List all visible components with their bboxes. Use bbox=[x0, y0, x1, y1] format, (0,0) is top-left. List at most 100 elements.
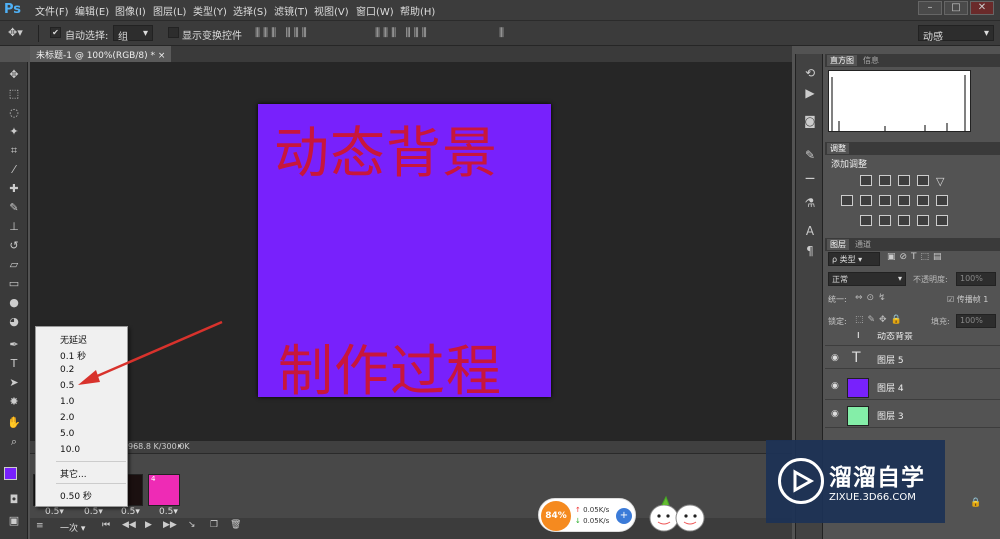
actions-panel-icon[interactable]: ▶ bbox=[803, 86, 817, 100]
menu-filter[interactable]: 滤镜(T) bbox=[274, 3, 308, 18]
vibrance-icon[interactable]: ▽ bbox=[936, 175, 948, 188]
workspace-dropdown[interactable]: 动感 ▾ bbox=[918, 25, 994, 43]
crop-tool-icon[interactable]: ⌗ bbox=[6, 144, 22, 158]
move-tool-preset-icon[interactable]: ✥▾ bbox=[8, 26, 23, 39]
zoom-tool-icon[interactable]: ⌕ bbox=[6, 435, 22, 449]
distribute-icons[interactable]: ⫼⫼⫼ ⫼⫼⫼ bbox=[375, 26, 430, 40]
auto-select-checkbox[interactable]: ✔ bbox=[50, 27, 61, 38]
path-select-icon[interactable]: ➤ bbox=[6, 376, 22, 390]
delay-option-1-0[interactable]: 1.0 bbox=[60, 397, 74, 407]
timeline-menu-icon[interactable]: ≡ bbox=[36, 521, 44, 531]
tab-info[interactable]: 信息 bbox=[863, 55, 879, 66]
screen-mode-icon[interactable]: ▣ bbox=[6, 514, 22, 528]
play-icon[interactable]: ▶ bbox=[145, 520, 152, 530]
first-frame-icon[interactable]: ⏮ bbox=[102, 520, 110, 530]
tab-layers[interactable]: 图层 bbox=[827, 239, 849, 250]
frame-4-thumbnail[interactable]: 4 bbox=[148, 474, 180, 506]
delay-option-5-0[interactable]: 5.0 bbox=[60, 429, 74, 439]
menu-layer[interactable]: 图层(L) bbox=[153, 3, 186, 18]
auto-align-icon[interactable]: ⫼ bbox=[499, 26, 504, 40]
foreground-color-swatch[interactable] bbox=[4, 467, 17, 480]
new-frame-icon[interactable]: ❐ bbox=[210, 520, 218, 530]
lock-icons[interactable]: ⬚✎✥🔒 bbox=[855, 315, 906, 325]
menu-image[interactable]: 图像(I) bbox=[115, 3, 146, 18]
blur-tool-icon[interactable]: ● bbox=[6, 296, 22, 310]
tab-histogram[interactable]: 直方图 bbox=[827, 55, 857, 66]
marquee-tool-icon[interactable]: ⬚ bbox=[6, 87, 22, 101]
eye-icon[interactable]: ◉ bbox=[831, 409, 839, 419]
eye-icon[interactable]: ◉ bbox=[831, 353, 839, 363]
frame-1-delay[interactable]: 0.5▾ bbox=[45, 507, 64, 517]
pen-tool-icon[interactable]: ✒ bbox=[6, 338, 22, 352]
blend-mode-dropdown[interactable]: 正常 ▾ bbox=[828, 272, 906, 286]
posterize-icon[interactable] bbox=[879, 215, 891, 226]
clone-source-icon[interactable]: ⚗ bbox=[803, 196, 817, 210]
minimize-button[interactable]: – bbox=[918, 1, 942, 15]
brush-tool-icon[interactable]: ✎ bbox=[6, 201, 22, 215]
channel-mixer-icon[interactable] bbox=[917, 195, 929, 206]
align-icons[interactable]: ⫼⫼⫼ ⫼⫼⫼ bbox=[255, 26, 310, 40]
quick-mask-icon[interactable]: ◘ bbox=[6, 493, 22, 507]
layer-row[interactable]: ◉ T 图层 5 bbox=[825, 348, 1000, 369]
hand-tool-icon[interactable]: ✋ bbox=[6, 416, 22, 430]
healing-brush-icon[interactable]: ✚ bbox=[6, 182, 22, 196]
menu-view[interactable]: 视图(V) bbox=[314, 3, 349, 18]
auto-select-dropdown[interactable]: 组 ▾ bbox=[113, 25, 153, 43]
frame-4-delay[interactable]: 0.5▾ bbox=[159, 507, 178, 517]
gradient-map-icon[interactable] bbox=[936, 215, 948, 226]
menu-file[interactable]: 文件(F) bbox=[35, 3, 69, 18]
next-frame-icon[interactable]: ▶▶ bbox=[163, 520, 177, 530]
propagate-frame[interactable]: ☑ 传播帧 1 bbox=[947, 294, 988, 305]
fill-input[interactable]: 100% bbox=[956, 314, 996, 328]
boost-icon[interactable]: + bbox=[616, 508, 632, 524]
layer-row[interactable]: ◉ 图层 4 bbox=[825, 376, 1000, 400]
delay-option-10-0[interactable]: 10.0 bbox=[60, 445, 80, 455]
brush-panel-icon[interactable]: ✎ bbox=[803, 148, 817, 162]
tab-adjustments[interactable]: 调整 bbox=[827, 143, 849, 154]
tab-channels[interactable]: 通道 bbox=[855, 239, 871, 250]
exposure-icon[interactable] bbox=[917, 175, 929, 186]
tween-icon[interactable]: ↘ bbox=[188, 520, 196, 530]
threshold-icon[interactable] bbox=[898, 215, 910, 226]
color-balance-icon[interactable] bbox=[860, 195, 872, 206]
menu-help[interactable]: 帮助(H) bbox=[400, 3, 435, 18]
character-panel-icon[interactable]: A bbox=[803, 224, 817, 238]
delay-option-other[interactable]: 其它... bbox=[60, 467, 87, 480]
unify-icons[interactable]: ⇔⊙↯ bbox=[855, 293, 890, 303]
close-window-button[interactable]: ✕ bbox=[970, 1, 994, 15]
photo-filter-icon[interactable] bbox=[898, 195, 910, 206]
lasso-tool-icon[interactable]: ◌ bbox=[6, 106, 22, 120]
brightness-icon[interactable] bbox=[860, 175, 872, 186]
levels-icon[interactable] bbox=[879, 175, 891, 186]
dodge-tool-icon[interactable]: ◕ bbox=[6, 315, 22, 329]
hue-saturation-icon[interactable] bbox=[841, 195, 853, 206]
black-white-icon[interactable] bbox=[879, 195, 891, 206]
magic-wand-icon[interactable]: ✦ bbox=[6, 125, 22, 139]
history-panel-icon[interactable]: ⟲ bbox=[803, 66, 817, 80]
menu-window[interactable]: 窗口(W) bbox=[356, 3, 394, 18]
type-tool-icon[interactable]: T bbox=[6, 357, 22, 371]
layer-filter-dropdown[interactable]: ρ 类型 ▾ bbox=[828, 252, 880, 266]
opacity-input[interactable]: 100% bbox=[956, 272, 996, 286]
loop-dropdown[interactable]: 一次 ▾ bbox=[60, 521, 85, 534]
eraser-tool-icon[interactable]: ▱ bbox=[6, 258, 22, 272]
network-speed-widget[interactable]: 84% ↑ 0.05K/s ↓ 0.05K/s + bbox=[538, 498, 636, 532]
eyedropper-tool-icon[interactable]: ⁄ bbox=[6, 163, 22, 177]
history-brush-icon[interactable]: ↺ bbox=[6, 239, 22, 253]
brush-presets-icon[interactable]: ⚊ bbox=[803, 168, 817, 182]
menu-type[interactable]: 类型(Y) bbox=[193, 3, 227, 18]
status-arrow-icon[interactable]: ▸ bbox=[178, 441, 182, 450]
properties-panel-icon[interactable]: ◙ bbox=[803, 114, 817, 128]
shape-tool-icon[interactable]: ✸ bbox=[6, 395, 22, 409]
layer-row[interactable]: ◉ 图层 3 bbox=[825, 404, 1000, 428]
color-lookup-icon[interactable] bbox=[936, 195, 948, 206]
restore-button[interactable]: □ bbox=[944, 1, 968, 15]
eye-icon[interactable]: ◉ bbox=[831, 381, 839, 391]
gradient-tool-icon[interactable]: ▭ bbox=[6, 277, 22, 291]
delete-frame-icon[interactable]: 🗑 bbox=[230, 520, 241, 530]
document-canvas[interactable]: 动态背景 制作过程 bbox=[258, 104, 551, 403]
selective-color-icon[interactable] bbox=[917, 215, 929, 226]
menu-select[interactable]: 选择(S) bbox=[233, 3, 267, 18]
invert-icon[interactable] bbox=[860, 215, 872, 226]
stamp-tool-icon[interactable]: ⊥ bbox=[6, 220, 22, 234]
